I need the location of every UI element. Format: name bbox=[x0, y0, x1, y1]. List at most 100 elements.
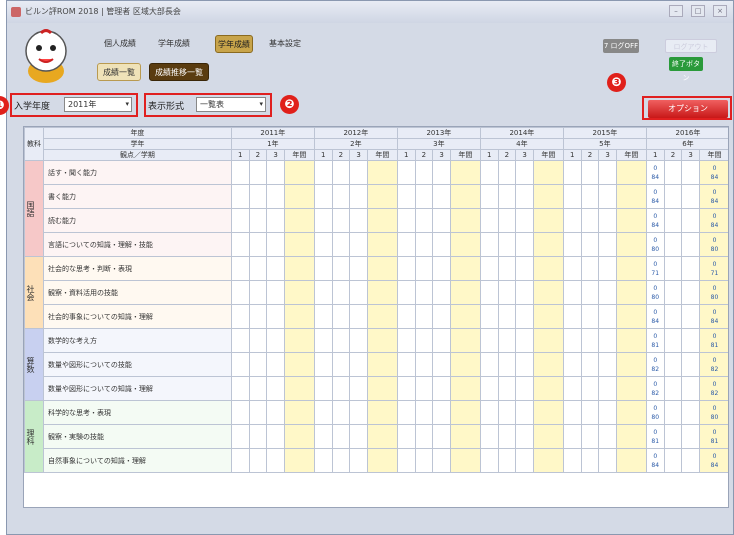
score-cell[interactable] bbox=[580, 352, 600, 377]
score-cell[interactable] bbox=[562, 448, 582, 473]
score-cell[interactable] bbox=[366, 424, 398, 449]
score-cell[interactable] bbox=[663, 424, 683, 449]
score-cell[interactable] bbox=[479, 328, 499, 353]
score-cell[interactable] bbox=[331, 160, 351, 185]
score-cell[interactable]: 0 84 bbox=[698, 160, 728, 185]
score-cell[interactable] bbox=[396, 232, 416, 257]
score-cell[interactable] bbox=[497, 280, 517, 305]
score-cell[interactable] bbox=[497, 448, 517, 473]
score-cell[interactable] bbox=[598, 328, 617, 353]
score-cell[interactable] bbox=[479, 208, 499, 233]
score-cell[interactable] bbox=[349, 424, 368, 449]
score-cell[interactable] bbox=[313, 208, 333, 233]
score-cell[interactable] bbox=[515, 400, 534, 425]
score-cell[interactable] bbox=[497, 400, 517, 425]
score-cell[interactable]: 0 80 bbox=[645, 232, 665, 257]
score-cell[interactable] bbox=[449, 304, 481, 329]
score-cell[interactable] bbox=[349, 304, 368, 329]
score-cell[interactable] bbox=[366, 304, 398, 329]
score-cell[interactable] bbox=[449, 208, 481, 233]
score-cell[interactable] bbox=[266, 232, 285, 257]
score-cell[interactable] bbox=[349, 160, 368, 185]
score-cell[interactable] bbox=[598, 256, 617, 281]
score-cell[interactable] bbox=[396, 400, 416, 425]
score-cell[interactable] bbox=[663, 256, 683, 281]
score-cell[interactable] bbox=[266, 256, 285, 281]
score-cell[interactable] bbox=[313, 232, 333, 257]
score-cell[interactable] bbox=[313, 352, 333, 377]
score-cell[interactable] bbox=[580, 160, 600, 185]
score-cell[interactable] bbox=[349, 184, 368, 209]
score-cell[interactable] bbox=[562, 328, 582, 353]
score-cell[interactable] bbox=[663, 184, 683, 209]
score-cell[interactable] bbox=[562, 184, 582, 209]
score-cell[interactable] bbox=[615, 400, 647, 425]
score-cell[interactable] bbox=[580, 184, 600, 209]
score-cell[interactable] bbox=[396, 160, 416, 185]
score-cell[interactable] bbox=[663, 280, 683, 305]
score-cell[interactable] bbox=[396, 184, 416, 209]
score-cell[interactable] bbox=[313, 328, 333, 353]
score-cell[interactable] bbox=[681, 160, 700, 185]
score-cell[interactable] bbox=[532, 184, 564, 209]
score-cell[interactable] bbox=[396, 208, 416, 233]
display-select[interactable]: 一覧表 ▾ bbox=[196, 97, 266, 112]
score-cell[interactable] bbox=[432, 256, 451, 281]
score-cell[interactable] bbox=[598, 448, 617, 473]
score-cell[interactable]: 0 82 bbox=[645, 376, 665, 401]
score-cell[interactable] bbox=[598, 304, 617, 329]
score-cell[interactable]: 0 80 bbox=[645, 280, 665, 305]
score-cell[interactable] bbox=[366, 448, 398, 473]
score-cell[interactable] bbox=[313, 400, 333, 425]
score-cell[interactable] bbox=[615, 232, 647, 257]
score-cell[interactable] bbox=[615, 328, 647, 353]
score-cell[interactable] bbox=[366, 184, 398, 209]
score-cell[interactable] bbox=[663, 400, 683, 425]
score-cell[interactable] bbox=[248, 184, 268, 209]
score-cell[interactable] bbox=[449, 376, 481, 401]
score-cell[interactable] bbox=[366, 160, 398, 185]
score-cell[interactable] bbox=[479, 448, 499, 473]
score-cell[interactable] bbox=[313, 160, 333, 185]
score-cell[interactable] bbox=[396, 424, 416, 449]
score-cell[interactable] bbox=[497, 352, 517, 377]
score-cell[interactable] bbox=[615, 304, 647, 329]
score-cell[interactable] bbox=[432, 376, 451, 401]
score-cell[interactable] bbox=[580, 304, 600, 329]
score-cell[interactable] bbox=[230, 208, 250, 233]
score-cell[interactable] bbox=[331, 184, 351, 209]
score-cell[interactable] bbox=[681, 208, 700, 233]
logout-button[interactable]: ログアウト bbox=[665, 39, 717, 53]
score-cell[interactable] bbox=[615, 352, 647, 377]
score-cell[interactable] bbox=[230, 352, 250, 377]
score-cell[interactable]: 0 84 bbox=[645, 208, 665, 233]
score-cell[interactable] bbox=[615, 448, 647, 473]
score-cell[interactable]: 0 81 bbox=[698, 328, 728, 353]
score-cell[interactable] bbox=[432, 160, 451, 185]
score-cell[interactable] bbox=[331, 376, 351, 401]
score-cell[interactable] bbox=[414, 208, 434, 233]
score-cell[interactable] bbox=[432, 424, 451, 449]
tab-grade[interactable]: 学年成績 bbox=[151, 35, 197, 53]
tab-results-trend[interactable]: 成績推移一覧 bbox=[149, 63, 209, 81]
score-cell[interactable] bbox=[598, 184, 617, 209]
score-cell[interactable] bbox=[283, 424, 315, 449]
score-cell[interactable] bbox=[331, 352, 351, 377]
score-cell[interactable] bbox=[663, 352, 683, 377]
score-cell[interactable] bbox=[414, 184, 434, 209]
score-cell[interactable] bbox=[449, 160, 481, 185]
tab-basic-settings[interactable]: 基本設定 bbox=[259, 35, 311, 53]
score-cell[interactable] bbox=[449, 280, 481, 305]
score-cell[interactable] bbox=[681, 184, 700, 209]
score-cell[interactable] bbox=[230, 160, 250, 185]
score-cell[interactable] bbox=[414, 160, 434, 185]
score-cell[interactable] bbox=[449, 256, 481, 281]
score-cell[interactable] bbox=[283, 376, 315, 401]
score-cell[interactable] bbox=[598, 160, 617, 185]
score-cell[interactable] bbox=[313, 280, 333, 305]
score-cell[interactable] bbox=[515, 232, 534, 257]
score-cell[interactable] bbox=[580, 424, 600, 449]
score-cell[interactable] bbox=[681, 232, 700, 257]
score-cell[interactable] bbox=[663, 448, 683, 473]
score-cell[interactable] bbox=[349, 232, 368, 257]
